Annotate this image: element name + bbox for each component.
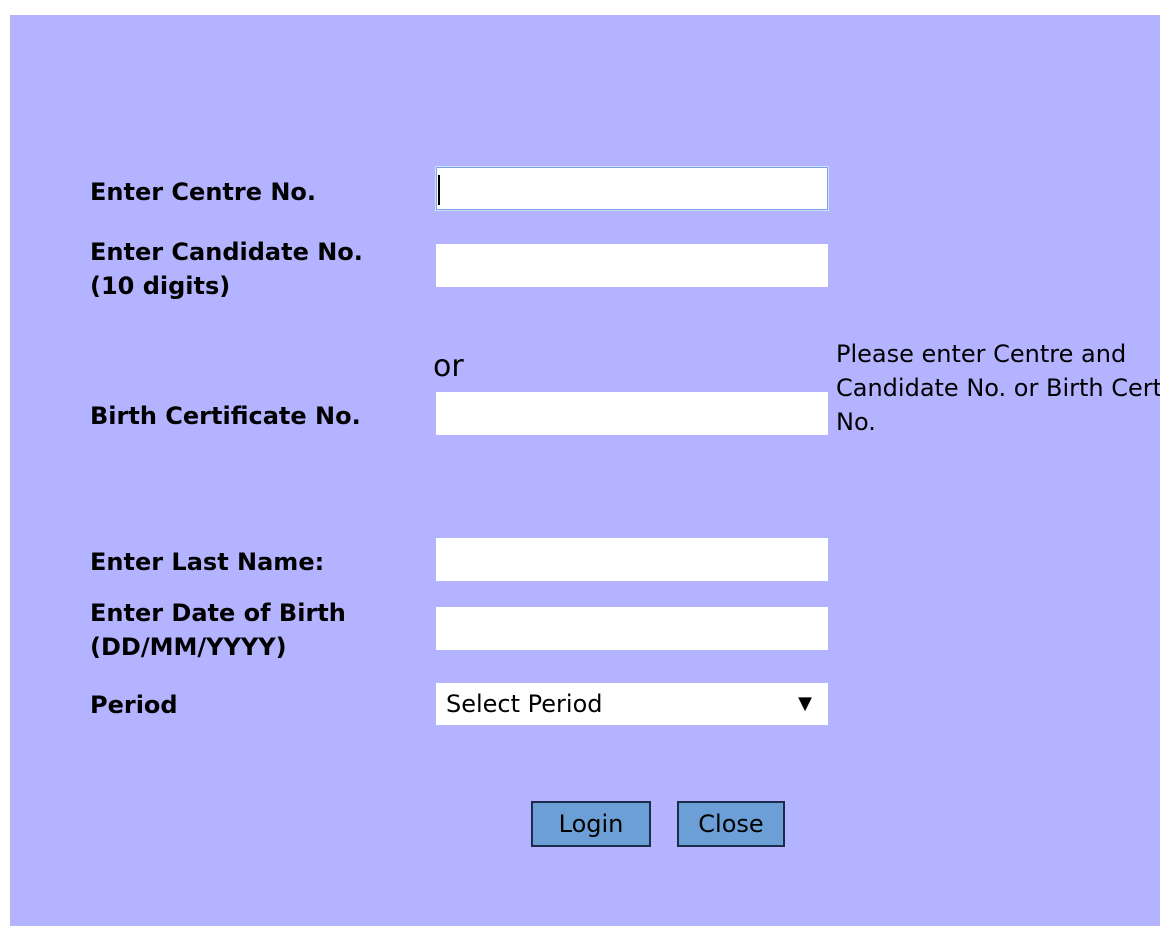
candidate-no-label-line1: Enter Candidate No. [90,238,363,266]
candidate-no-label-line2: (10 digits) [90,272,231,300]
dob-label-line2: (DD/MM/YYYY) [90,633,287,661]
last-name-label: Enter Last Name: [90,548,325,576]
login-panel: Enter Centre No. Enter Candidate No. (10… [10,15,1160,926]
period-select[interactable]: Select Period ▼ [436,683,828,725]
last-name-input[interactable] [436,538,828,581]
period-label: Period [90,691,178,719]
centre-no-input[interactable] [436,167,828,210]
candidate-no-input[interactable] [436,244,828,287]
period-selected-value: Select Period [446,690,603,718]
birth-certificate-label: Birth Certificate No. [90,402,361,430]
hint-text: Please enter Centre and Candidate No. or… [836,340,1160,436]
text-caret [438,175,440,205]
dob-label-line1: Enter Date of Birth [90,599,346,627]
birth-certificate-input[interactable] [436,392,828,435]
close-button[interactable]: Close [677,801,785,847]
login-button[interactable]: Login [531,801,651,847]
centre-no-label: Enter Centre No. [90,178,317,206]
or-separator: or [433,349,464,384]
dob-input[interactable] [436,607,828,650]
dropdown-arrow-icon: ▼ [798,693,812,714]
